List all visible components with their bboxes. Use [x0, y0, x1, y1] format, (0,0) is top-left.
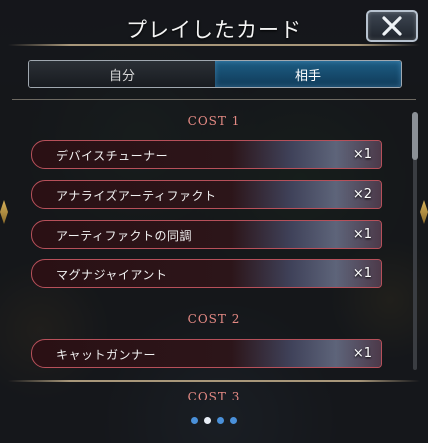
card-row[interactable]: キャットガンナー ×1 [31, 339, 382, 368]
page-dot[interactable] [230, 417, 237, 424]
card-row[interactable]: アナライズアーティファクト ×2 [31, 180, 382, 209]
card-count: ×1 [352, 147, 372, 162]
card-name: アナライズアーティファクト [56, 189, 217, 203]
card-row[interactable]: デバイスチューナー ×1 [31, 140, 382, 169]
card-count: ×1 [352, 227, 372, 242]
page-dot-current[interactable] [204, 417, 211, 424]
card-name: マグナジャイアント [56, 268, 168, 282]
played-cards-dialog: プレイしたカード 自分 相手 COST 1 デバイスチューナー ×1 アナライズ… [0, 0, 428, 443]
played-card-list[interactable]: COST 1 デバイスチューナー ×1 アナライズアーティファクト ×2 アーテ… [0, 100, 428, 400]
close-x-icon [382, 16, 402, 36]
tab-opponent[interactable]: 相手 [215, 61, 401, 87]
card-row[interactable]: アーティファクトの同調 ×1 [31, 220, 382, 249]
cost-header: COST 3 [187, 390, 241, 400]
page-indicator [0, 417, 428, 424]
page-dot[interactable] [191, 417, 198, 424]
dialog-title: プレイしたカード [126, 18, 302, 42]
footer-divider [8, 380, 420, 382]
close-button[interactable] [366, 10, 418, 42]
card-count: ×1 [352, 266, 372, 281]
player-tabs: 自分 相手 [28, 60, 402, 88]
page-dot[interactable] [217, 417, 224, 424]
card-name: キャットガンナー [56, 348, 157, 362]
scrollbar-thumb[interactable] [412, 112, 418, 160]
card-name: デバイスチューナー [56, 149, 169, 163]
cost-header: COST 1 [187, 114, 241, 128]
card-row[interactable]: マグナジャイアント ×1 [31, 259, 382, 288]
card-name: アーティファクトの同調 [56, 229, 193, 243]
cost-header: COST 2 [187, 312, 241, 326]
card-count: ×2 [352, 187, 372, 202]
header-divider [8, 44, 420, 46]
card-count: ×1 [352, 346, 372, 361]
tab-self[interactable]: 自分 [29, 61, 215, 87]
